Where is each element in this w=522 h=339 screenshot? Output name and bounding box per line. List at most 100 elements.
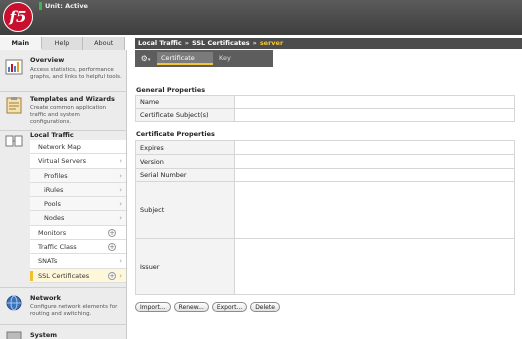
tab-help[interactable]: Help [41,37,84,50]
sidebar-item-label: Pools [44,200,61,209]
sidebar-item-monitors[interactable]: Monitors + [30,225,126,241]
sidebar-section-title: Templates and Wizards [30,95,115,103]
breadcrumb-local-traffic[interactable]: Local Traffic [138,39,182,47]
chevron-right-icon: › [119,271,122,280]
general-properties-title: General Properties [136,86,206,94]
sidebar-item-nodes[interactable]: Nodes › [30,211,126,226]
tab-about[interactable]: About [83,37,126,50]
sidebar-section-title: Local Traffic [30,131,74,139]
status-text: Unit: Active [45,1,88,10]
add-icon[interactable]: + [108,228,116,237]
property-label: Version [135,154,235,169]
property-value [234,154,515,169]
overview-icon [5,59,23,75]
sidebar-section-templates[interactable]: Templates and Wizards Create common appl… [0,92,127,130]
table-row: Subject [135,181,515,239]
certificate-properties-title: Certificate Properties [136,130,215,138]
property-value [234,95,515,109]
sidebar-item-profiles[interactable]: Profiles › [30,168,126,183]
sidebar-item-virtual-servers[interactable]: Virtual Servers › [30,154,126,169]
table-row: Certificate Subject(s) [135,108,515,122]
sidebar-item-label: Nodes [44,214,65,223]
sidebar-item-label: Traffic Class [38,243,77,252]
property-value [234,238,515,295]
sidebar-item-label: Profiles [44,171,68,180]
sidebar-item-irules[interactable]: iRules › [30,182,126,198]
action-buttons: Import... Renew... Export... Delete [135,302,283,312]
sidebar-item-label: Network Map [38,143,81,151]
property-value [234,108,515,122]
chevron-right-icon: › [119,257,122,266]
system-icon [6,331,22,339]
chevron-down-icon: ▾ [147,57,151,63]
sidebar-section-desc: Access statistics, performance graphs, a… [30,67,122,80]
property-label: Issuer [135,238,235,295]
sidebar-section-title: Network [30,294,61,302]
sidebar: Overview Access statistics, performance … [0,50,127,339]
sidebar-item-label: Monitors [38,228,67,237]
breadcrumb-separator: » [184,39,189,47]
property-label: Subject [135,181,235,239]
sidebar-section-desc: Configure network elements for routing a… [30,304,118,317]
chevron-right-icon: › [119,214,122,223]
sidebar-section-desc: Create common application traffic and sy… [30,105,107,125]
table-row: Serial Number [135,168,515,182]
local-traffic-nav: Network Map Virtual Servers › Profiles ›… [30,140,126,283]
gear-icon: ⚙ [140,54,148,63]
sidebar-section-overview[interactable]: Overview Access statistics, performance … [0,50,127,91]
left-tabs: Main Help About [0,37,126,50]
sidebar-item-label: Virtual Servers [38,157,87,166]
table-row: Name [135,95,515,109]
table-row: Issuer [135,238,515,295]
chevron-right-icon: › [119,157,122,166]
property-label: Serial Number [135,168,235,182]
property-label: Name [135,95,235,109]
sidebar-section-title: System [30,331,58,339]
add-icon[interactable]: + [108,271,116,280]
network-icon [6,295,22,311]
sidebar-item-network-map[interactable]: Network Map [30,140,126,155]
chevron-right-icon: › [119,185,122,194]
add-icon[interactable]: + [108,243,116,252]
sidebar-section-system[interactable]: System [0,325,127,339]
top-banner: f5 Unit: Active [0,0,522,35]
sidebar-item-traffic-class[interactable]: Traffic Class + [30,240,126,255]
sidebar-section-title: Overview [30,56,65,64]
export-button[interactable]: Export... [211,302,248,312]
unit-status: Unit: Active [39,1,88,10]
chevron-right-icon: › [119,200,122,209]
property-label: Certificate Subject(s) [135,108,235,122]
clipboard-icon [6,97,22,114]
sidebar-item-snats[interactable]: SNATs › [30,254,126,269]
general-properties-table: Name Certificate Subject(s) [135,95,515,122]
local-traffic-icon [5,135,23,147]
property-label: Expires [135,140,235,155]
property-value [234,181,515,239]
tab-key[interactable]: Key [215,52,271,65]
sidebar-item-label: SNATs [38,257,58,266]
import-button[interactable]: Import... [135,302,171,312]
f5-logo: f5 [3,2,33,32]
sidebar-section-network[interactable]: Network Configure network elements for r… [0,288,127,322]
property-value [234,140,515,155]
property-value [234,168,515,182]
renew-button[interactable]: Renew... [173,302,209,312]
breadcrumb-ssl-certificates[interactable]: SSL Certificates [192,39,250,47]
breadcrumb-separator: » [252,39,257,47]
breadcrumb: Local Traffic» SSL Certificates» server [135,38,522,49]
sidebar-item-label: SSL Certificates [38,271,90,280]
gear-menu-button[interactable]: ⚙▾ [137,52,154,65]
sidebar-item-ssl-certificates[interactable]: SSL Certificates + › [30,268,126,283]
delete-button[interactable]: Delete [250,302,280,312]
breadcrumb-current: server [259,39,284,47]
tab-certificate[interactable]: Certificate [157,52,213,65]
sidebar-item-label: iRules [44,185,64,194]
table-row: Expires [135,140,515,155]
chevron-right-icon: › [119,171,122,180]
status-indicator [39,1,42,10]
sidebar-item-pools[interactable]: Pools › [30,197,126,212]
table-row: Version [135,154,515,169]
certificate-properties-table: Expires Version Serial Number Subject Is… [135,140,515,295]
page-tabs: ⚙▾ Certificate Key [135,50,273,67]
tab-main[interactable]: Main [0,37,42,50]
